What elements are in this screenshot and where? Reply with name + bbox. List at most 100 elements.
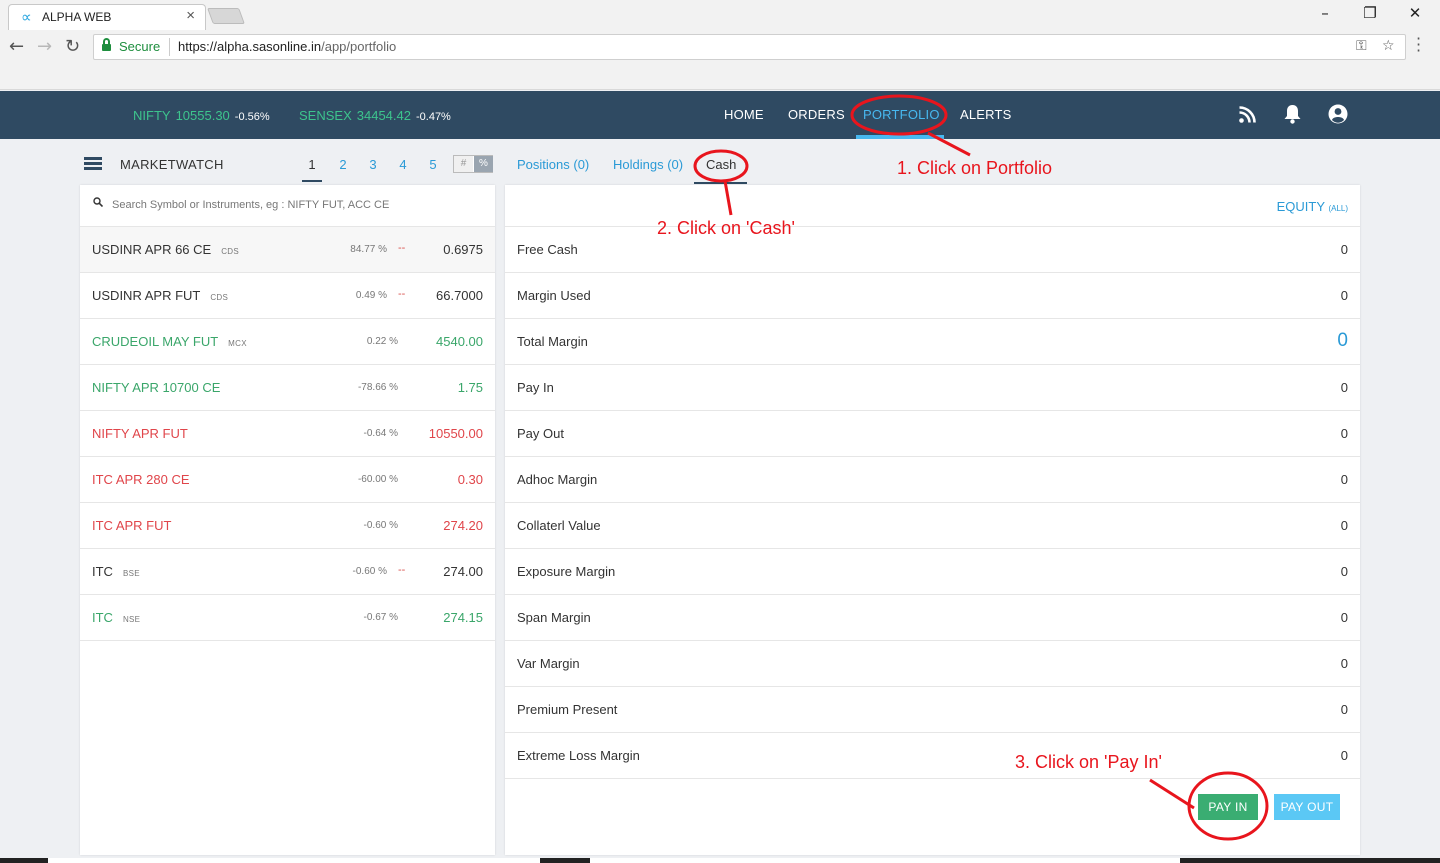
watchlist-row[interactable]: USDINR APR 66 CE CDS 84.77 % -- 0.6975 bbox=[80, 227, 495, 273]
cash-row-value: 0 bbox=[1340, 518, 1348, 533]
rss-icon[interactable] bbox=[1239, 106, 1256, 123]
app-navbar: NIFTY 10555.30 -0.56% SENSEX 34454.42 -0.47%… bbox=[0, 91, 1440, 139]
list-icon[interactable] bbox=[84, 157, 102, 171]
tab-positions[interactable]: Positions (0) bbox=[517, 157, 589, 172]
last-price: 274.20 bbox=[443, 518, 483, 533]
cash-row: Exposure Margin 0 bbox=[505, 548, 1360, 594]
exchange-tag: CDS bbox=[210, 293, 229, 302]
marketwatch-page-4[interactable]: 4 bbox=[393, 157, 413, 172]
change-percent: 84.77 % bbox=[350, 244, 387, 255]
address-bar[interactable]: Secure https://alpha.sasonline.in/app/po… bbox=[93, 34, 1406, 60]
bottom-strip bbox=[0, 858, 1440, 863]
change-percent: -60.00 % bbox=[357, 474, 398, 485]
pay-out-button[interactable]: PAY OUT bbox=[1274, 794, 1340, 820]
change-percent: -0.67 % bbox=[363, 612, 398, 623]
last-price: 1.75 bbox=[457, 380, 483, 395]
watchlist-row[interactable]: CRUDEOIL MAY FUT MCX 0.22 % 4540.00 bbox=[80, 319, 495, 365]
change-percent: 0.49 % bbox=[355, 290, 387, 301]
lock-icon bbox=[102, 38, 111, 51]
nav-home[interactable]: HOME bbox=[724, 107, 764, 122]
cash-row-label: Premium Present bbox=[517, 702, 618, 717]
watchlist-row[interactable]: ITC NSE -0.67 % 274.15 bbox=[80, 595, 495, 641]
nifty-name: NIFTY bbox=[133, 108, 171, 123]
cash-footer-divider bbox=[505, 778, 1360, 779]
marketwatch-title: MARKETWATCH bbox=[120, 157, 224, 172]
cash-row-label: Total Margin bbox=[517, 334, 588, 349]
cash-row-value: 0 bbox=[1340, 656, 1348, 671]
exchange-tag: BSE bbox=[122, 569, 140, 578]
last-price: 0.6975 bbox=[443, 242, 483, 257]
cash-row-label: Var Margin bbox=[517, 656, 580, 671]
cash-row-value: 0 bbox=[1340, 288, 1348, 303]
menu-icon[interactable]: · · · bbox=[1416, 31, 1421, 59]
nifty-ticker: NIFTY 10555.30 -0.56% bbox=[133, 108, 270, 123]
tab-holdings[interactable]: Holdings (0) bbox=[613, 157, 683, 172]
marketwatch-page-5[interactable]: 5 bbox=[423, 157, 443, 172]
watchlist-symbol: NIFTY APR 10700 CE bbox=[92, 380, 230, 395]
user-icon[interactable] bbox=[1328, 104, 1348, 124]
watchlist-row[interactable]: ITC BSE -0.60 % -- 274.00 bbox=[80, 549, 495, 595]
browser-toolbar: ← → ↻ Secure https://alpha.sasonline.in/… bbox=[0, 30, 1440, 90]
last-price: 274.15 bbox=[443, 610, 483, 625]
url-path: /app/portfolio bbox=[321, 39, 397, 54]
marketwatch-page-2[interactable]: 2 bbox=[333, 157, 353, 172]
last-price: 0.30 bbox=[457, 472, 483, 487]
watchlist-row[interactable]: ITC APR 280 CE -60.00 % 0.30 bbox=[80, 457, 495, 503]
cash-row: Collaterl Value 0 bbox=[505, 502, 1360, 548]
bell-icon[interactable] bbox=[1283, 104, 1302, 124]
change-format-toggle[interactable]: # % bbox=[453, 155, 493, 173]
cash-row: Pay In 0 bbox=[505, 364, 1360, 410]
change-dash: -- bbox=[398, 242, 406, 254]
watchlist-symbol: ITC BSE bbox=[92, 564, 140, 579]
change-percent: -0.64 % bbox=[363, 428, 398, 439]
nifty-change: -0.56% bbox=[234, 111, 270, 123]
search-input[interactable] bbox=[112, 194, 482, 216]
marketwatch-page-3[interactable]: 3 bbox=[363, 157, 383, 172]
watchlist-row[interactable]: USDINR APR FUT CDS 0.49 % -- 66.7000 bbox=[80, 273, 495, 319]
key-icon[interactable]: ⚿ bbox=[1356, 38, 1367, 54]
cash-row-value: 0 bbox=[1340, 472, 1348, 487]
back-icon[interactable]: ← bbox=[9, 36, 24, 57]
nav-alerts[interactable]: ALERTS bbox=[960, 107, 1012, 122]
watchlist-row[interactable]: NIFTY APR 10700 CE -78.66 % 1.75 bbox=[80, 365, 495, 411]
cash-row-value: 0 bbox=[1337, 330, 1348, 351]
forward-icon[interactable]: → bbox=[37, 36, 52, 57]
nav-orders[interactable]: ORDERS bbox=[788, 107, 845, 122]
new-tab-button[interactable] bbox=[207, 8, 245, 24]
url-text[interactable]: https://alpha.sasonline.in/app/portfolio bbox=[178, 39, 396, 54]
nav-portfolio[interactable]: PORTFOLIO bbox=[863, 107, 940, 122]
toggle-percent[interactable]: % bbox=[474, 156, 493, 172]
cash-row: Total Margin 0 bbox=[505, 318, 1360, 364]
tab-cash[interactable]: Cash bbox=[706, 157, 736, 172]
tab-close-icon[interactable]: × bbox=[186, 7, 195, 24]
watchlist-row[interactable]: NIFTY APR FUT -0.64 % 10550.00 bbox=[80, 411, 495, 457]
reload-icon[interactable]: ↻ bbox=[65, 36, 80, 57]
browser-tab[interactable]: ∝ ALPHA WEB × bbox=[8, 4, 206, 30]
watchlist-row[interactable]: ITC APR FUT -0.60 % 274.20 bbox=[80, 503, 495, 549]
pay-in-button[interactable]: PAY IN bbox=[1198, 794, 1258, 820]
cash-row-value: 0 bbox=[1340, 610, 1348, 625]
change-dash: -- bbox=[398, 564, 406, 576]
last-price: 10550.00 bbox=[428, 426, 483, 441]
toggle-absolute[interactable]: # bbox=[454, 156, 473, 172]
exchange-tag: CDS bbox=[221, 247, 239, 256]
restore-icon[interactable]: ❐ bbox=[1355, 4, 1385, 22]
sensex-ticker: SENSEX 34454.42 -0.47% bbox=[299, 108, 451, 123]
marketwatch-page-1[interactable]: 1 bbox=[302, 157, 322, 172]
star-icon[interactable]: ☆ bbox=[1382, 38, 1395, 54]
symbol-name: CRUDEOIL MAY FUT bbox=[92, 334, 219, 349]
change-percent: 0.22 % bbox=[366, 336, 398, 347]
close-window-icon[interactable]: ✕ bbox=[1400, 4, 1430, 22]
watchlist-symbol: USDINR APR FUT CDS bbox=[92, 288, 228, 303]
alpha-logo-icon: ∝ bbox=[21, 8, 32, 26]
sensex-value: 34454.42 bbox=[356, 108, 411, 123]
cash-row: Var Margin 0 bbox=[505, 640, 1360, 686]
cash-row-label: Collaterl Value bbox=[517, 518, 601, 533]
tab-active-indicator bbox=[694, 182, 747, 184]
symbol-name: ITC APR FUT bbox=[92, 518, 172, 533]
page-active-indicator bbox=[302, 180, 322, 182]
last-price: 274.00 bbox=[443, 564, 483, 579]
segment-selector[interactable]: EQUITY (ALL) bbox=[1277, 199, 1348, 214]
minimize-icon[interactable]: – bbox=[1310, 4, 1340, 22]
change-percent: -0.60 % bbox=[363, 520, 398, 531]
